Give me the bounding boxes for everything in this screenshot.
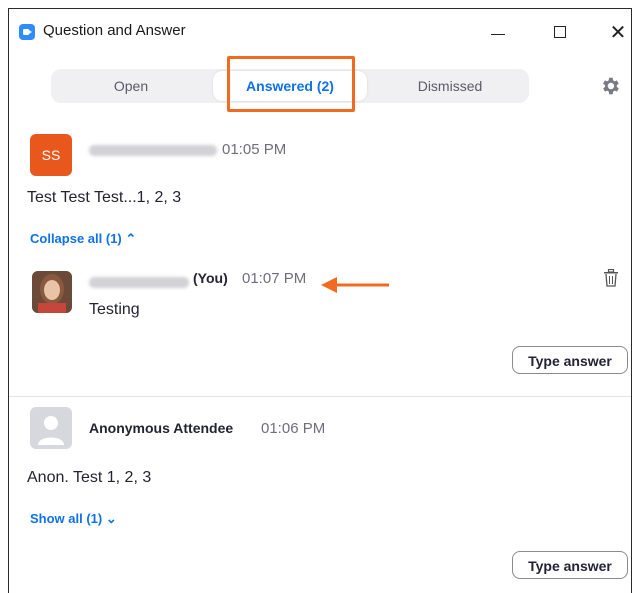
question-time: 01:05 PM	[222, 141, 287, 158]
redacted-name	[89, 277, 189, 288]
question-author: Anonymous Attendee	[89, 420, 234, 436]
type-answer-button[interactable]: Type answer	[512, 346, 628, 374]
answer-text: Testing	[89, 301, 140, 318]
maximize-button[interactable]	[547, 19, 573, 45]
avatar	[32, 271, 72, 313]
maximize-icon	[554, 26, 566, 38]
close-button[interactable]: ✕	[605, 19, 631, 45]
trash-icon[interactable]	[603, 269, 619, 287]
tab-open[interactable]: Open	[51, 69, 211, 103]
title-bar: Question and Answer ✕	[9, 9, 631, 53]
question-text: Anon. Test 1, 2, 3	[27, 469, 152, 486]
collapse-all-link[interactable]: Collapse all (1) ⌃	[30, 231, 136, 247]
user-placeholder-icon	[38, 416, 64, 445]
avatar	[30, 407, 72, 449]
answer-time: 01:07 PM	[242, 270, 307, 287]
qa-window: Question and Answer ✕ Open Answered (2) …	[8, 8, 632, 593]
arrow-annotation-icon	[321, 277, 389, 293]
annotation-highlight-box	[227, 56, 355, 112]
question-text: Test Test Test...1, 2, 3	[27, 189, 182, 206]
question-time: 01:06 PM	[261, 420, 326, 437]
divider	[9, 396, 631, 397]
minimize-button[interactable]	[485, 19, 511, 45]
profile-photo-icon	[32, 271, 72, 313]
you-label: (You)	[193, 270, 228, 286]
app-logo-icon	[19, 24, 35, 40]
redacted-name	[89, 145, 217, 156]
window-title: Question and Answer	[43, 22, 186, 39]
avatar: SS	[30, 134, 72, 176]
gear-icon[interactable]	[599, 75, 621, 97]
type-answer-button[interactable]: Type answer	[512, 551, 628, 579]
show-all-link[interactable]: Show all (1) ⌄	[30, 511, 117, 527]
minimize-icon	[491, 33, 505, 35]
tab-dismissed[interactable]: Dismissed	[371, 69, 529, 103]
